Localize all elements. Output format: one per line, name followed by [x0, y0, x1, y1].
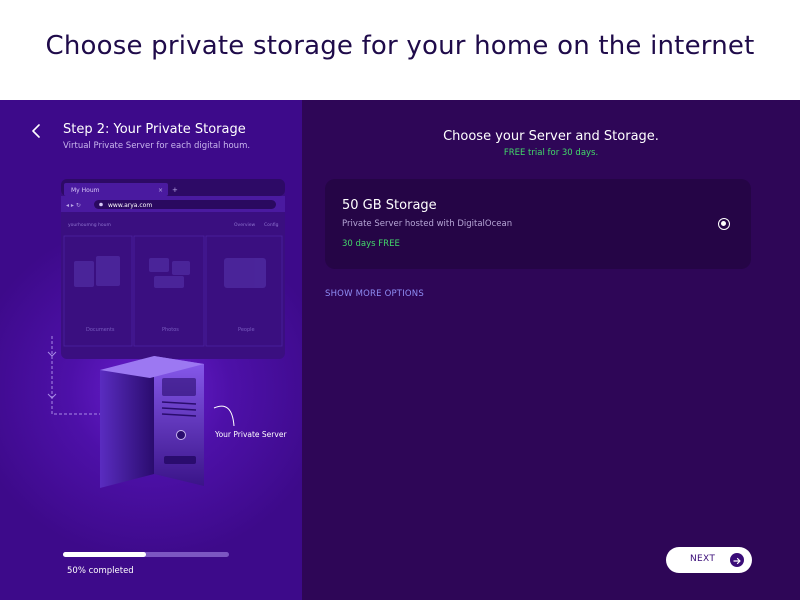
- banner-title: Choose private storage for your home on …: [45, 31, 755, 61]
- chevron-left-icon: [32, 124, 40, 138]
- svg-text:◂ ▸ ↻: ◂ ▸ ↻: [66, 202, 81, 209]
- back-button[interactable]: [28, 120, 46, 142]
- arrow-right-icon: [730, 553, 744, 567]
- step-title: Step 2: Your Private Storage: [63, 122, 246, 137]
- progress-label: 50% completed: [67, 566, 134, 576]
- storage-option-description: Private Server hosted with DigitalOcean: [342, 219, 513, 229]
- browser-url: www.arya.com: [108, 202, 152, 209]
- progress-bar: [63, 552, 229, 557]
- browser-breadcrumb: yourhoumng houm: [68, 222, 111, 228]
- storage-option-radio[interactable]: [718, 218, 730, 230]
- browser-link-config: Config: [264, 222, 279, 228]
- right-panel: Choose your Server and Storage. FREE tri…: [302, 100, 800, 600]
- server-illustration: My Houm × + ◂ ▸ ↻ www.arya.com yourhoumn…: [47, 179, 287, 488]
- svg-text:+: +: [172, 186, 178, 194]
- next-button-label: NEXT: [690, 554, 716, 564]
- trial-subtitle: FREE trial for 30 days.: [503, 148, 599, 158]
- svg-text:×: ×: [158, 187, 163, 194]
- browser-tab-label: My Houm: [71, 187, 100, 194]
- folder-documents-label: Documents: [86, 327, 115, 333]
- radio-selected-dot: [721, 221, 726, 226]
- folder-people-label: People: [238, 327, 255, 333]
- storage-option-card[interactable]: 50 GB Storage Private Server hosted with…: [325, 179, 751, 269]
- storage-option-title: 50 GB Storage: [342, 198, 437, 213]
- progress-bar-fill: [63, 552, 146, 557]
- next-button[interactable]: NEXT: [666, 547, 752, 573]
- browser-link-overview: Overview: [234, 222, 256, 228]
- server-label: Your Private Server: [214, 430, 287, 439]
- storage-option-note: 30 days FREE: [342, 239, 400, 249]
- folder-photos-label: Photos: [162, 327, 179, 333]
- storage-heading: Choose your Server and Storage.: [443, 129, 659, 144]
- onboarding-window: Step 2: Your Private Storage Virtual Pri…: [0, 100, 800, 600]
- step-subtitle: Virtual Private Server for each digital …: [63, 141, 251, 151]
- server-case-illustration: [100, 356, 204, 488]
- show-more-options-link[interactable]: SHOW MORE OPTIONS: [325, 289, 424, 299]
- left-panel: Step 2: Your Private Storage Virtual Pri…: [0, 100, 302, 600]
- browser-window-illustration: My Houm × + ◂ ▸ ↻ www.arya.com yourhoumn…: [61, 179, 285, 359]
- page-banner: Choose private storage for your home on …: [0, 0, 800, 100]
